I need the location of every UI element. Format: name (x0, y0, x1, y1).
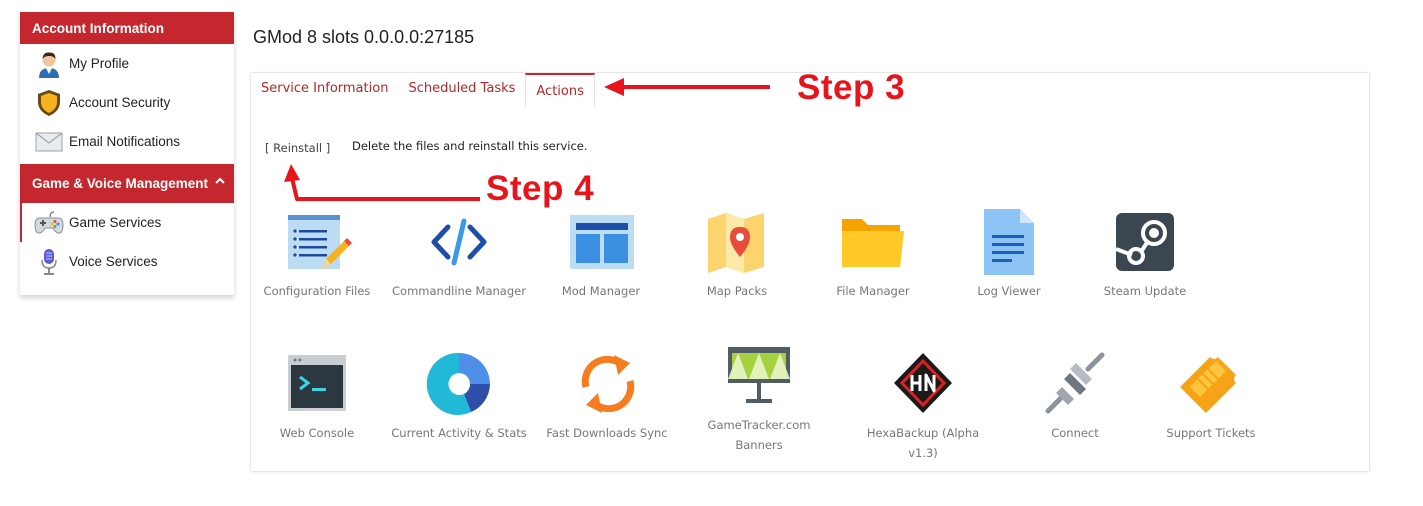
step4-arrow (290, 177, 480, 201)
step3-arrowhead (604, 78, 624, 96)
step4-annotation: Step 4 (486, 169, 595, 208)
step4-arrowhead (284, 164, 300, 182)
step3-annotation: Step 3 (797, 68, 906, 107)
annotation-arrows (284, 78, 770, 201)
